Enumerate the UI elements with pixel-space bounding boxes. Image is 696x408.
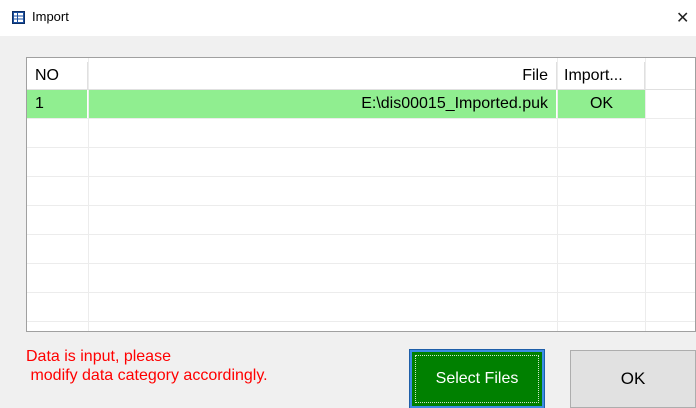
column-header-no[interactable]: NO xyxy=(27,62,88,89)
empty-row xyxy=(27,177,695,206)
row-import-status: OK xyxy=(558,90,645,118)
empty-row xyxy=(27,264,695,293)
empty-row xyxy=(27,235,695,264)
app-table-icon xyxy=(12,11,25,24)
column-header-file[interactable]: File xyxy=(89,62,557,89)
focus-rect xyxy=(415,355,539,403)
import-file-table[interactable]: NO File Import... 1 E:\dis00015_Imported… xyxy=(26,57,696,332)
empty-row xyxy=(27,206,695,235)
status-message: Data is input, please modify data catego… xyxy=(26,348,268,384)
empty-row xyxy=(27,119,695,148)
column-header-empty xyxy=(646,62,695,89)
empty-row xyxy=(27,293,695,322)
table-header: NO File Import... xyxy=(27,62,695,90)
row-number: 1 xyxy=(27,90,88,118)
import-dialog: Import ✕ NO File Import... 1 E:\dis00015… xyxy=(0,0,696,408)
title-bar[interactable]: Import ✕ xyxy=(0,0,696,36)
column-header-import-status[interactable]: Import... xyxy=(558,62,645,89)
select-files-button[interactable]: Select Files xyxy=(409,349,545,408)
ok-label: OK xyxy=(620,369,646,388)
empty-row xyxy=(27,148,695,177)
table-row[interactable]: 1 E:\dis00015_Imported.puk OK xyxy=(27,90,695,119)
ok-button[interactable]: OK xyxy=(570,350,696,408)
close-icon[interactable]: ✕ xyxy=(676,6,696,30)
row-file-path: E:\dis00015_Imported.puk xyxy=(89,90,557,118)
window-title: Import xyxy=(32,9,69,24)
